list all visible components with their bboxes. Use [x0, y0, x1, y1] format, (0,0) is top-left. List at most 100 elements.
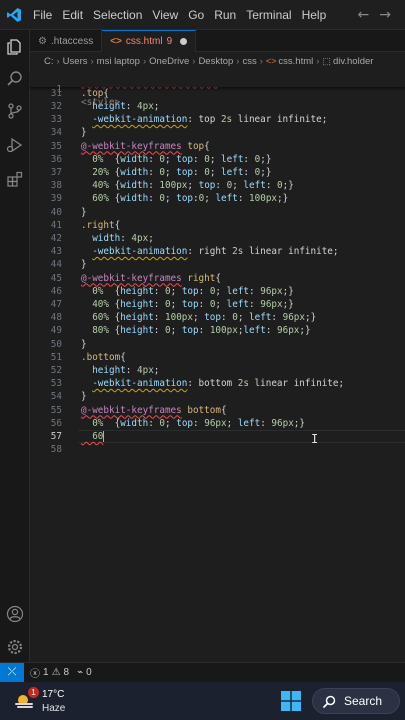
chevron-right-icon: › [259, 55, 263, 67]
code-line[interactable]: 56 0% {width: 0; top: 96px; left: 96px;} [30, 417, 405, 430]
code-line[interactable]: 38 40% {width: 100px; top: 0; left: 0;} [30, 179, 405, 192]
source-control-icon[interactable] [0, 96, 30, 126]
code-editor[interactable]: 1 <style> 45@-webkit-keyframes right{31.… [30, 70, 405, 662]
code-line[interactable]: 53 -webkit-animation: bottom 2s linear i… [30, 377, 405, 390]
line-number: 57 [50, 430, 62, 442]
menu-file[interactable]: File [28, 0, 57, 30]
code-line[interactable]: 43 -webkit-animation: right 2s linear in… [30, 245, 405, 258]
code-line[interactable]: 45 @-webkit-keyframes right{ [30, 272, 405, 285]
notification-badge: 1 [28, 687, 39, 698]
menu-view[interactable]: View [147, 0, 183, 30]
line-text: } [81, 338, 87, 350]
broadcast-icon: ⌁ [77, 667, 84, 678]
menu-help[interactable]: Help [297, 0, 332, 30]
menu-terminal[interactable]: Terminal [241, 0, 296, 30]
problems-indicator[interactable]: ⓧ 1 ⚠ 8 [24, 665, 69, 680]
code-line[interactable]: 34} [30, 126, 405, 139]
gear-icon: ⚙ [38, 35, 47, 47]
code-line[interactable]: 54} [30, 390, 405, 403]
line-number: 47 [50, 298, 62, 310]
line-text: 80% {height: 0; top: 100px;left: 96px;} [92, 325, 311, 337]
breadcrumb-item[interactable]: css [242, 56, 256, 67]
line-text: 20% {width: 0; top: 0; left: 0;} [92, 166, 272, 178]
line-number: 48 [50, 312, 62, 324]
line-number: 46 [50, 285, 62, 297]
code-line[interactable]: 37 20% {width: 0; top: 0; left: 0;} [30, 166, 405, 179]
line-number: 43 [50, 246, 62, 258]
code-line[interactable]: 58 [30, 443, 405, 456]
ports-indicator[interactable]: ⌁ 0 [69, 667, 92, 678]
line-number: 42 [50, 232, 62, 244]
line-text: 60 [81, 430, 105, 442]
line-number: 56 [50, 417, 62, 429]
problem-count-badge: 9 [166, 36, 173, 47]
weather-widget[interactable]: 1 17°C Haze [14, 686, 74, 716]
line-text: -webkit-animation: right 2s linear infin… [92, 246, 339, 258]
breadcrumb-item[interactable]: OneDrive [149, 56, 189, 67]
code-line[interactable]: 33 -webkit-animation: top 2s linear infi… [30, 113, 405, 126]
code-line[interactable]: 57 60 [30, 429, 405, 444]
explorer-icon[interactable] [0, 32, 30, 62]
extensions-icon[interactable] [0, 164, 30, 194]
back-arrow-icon[interactable]: ← [358, 7, 370, 23]
status-bar: ⤫ ⓧ 1 ⚠ 8 ⌁ 0 [0, 662, 405, 683]
breadcrumb-item[interactable]: C: [44, 56, 54, 67]
navigation-arrows: ← → [358, 0, 391, 30]
html-file-icon: <> [265, 56, 277, 66]
code-line[interactable]: 36 0% {width: 0; top: 0; left: 0;} [30, 153, 405, 166]
chevron-right-icon: › [192, 55, 196, 67]
sticky-scroll-header[interactable]: 1 <style> [30, 70, 405, 108]
windows-taskbar: 1 17°C Haze Search [0, 682, 405, 720]
taskbar-search-box[interactable]: Search [312, 688, 400, 714]
line-text: height: 4px; [92, 364, 160, 376]
code-line[interactable]: 47 40% {height: 0; top: 0; left: 96px;} [30, 298, 405, 311]
code-line[interactable]: 55 @-webkit-keyframes bottom{ [30, 404, 405, 417]
menu-selection[interactable]: Selection [88, 0, 147, 30]
breadcrumb-item[interactable]: Desktop [198, 56, 233, 67]
code-line[interactable]: 41 .right{ [30, 219, 405, 232]
weather-condition: Haze [42, 703, 66, 714]
code-line[interactable]: 48 60% {height: 100px; top: 0; left: 96p… [30, 311, 405, 324]
tab-htaccess[interactable]: ⚙ .htaccess [30, 30, 103, 52]
settings-gear-icon[interactable] [0, 632, 30, 662]
line-number: 40 [50, 206, 62, 218]
line-number: 49 [50, 325, 62, 337]
unsaved-dot-icon[interactable] [180, 38, 188, 45]
forward-arrow-icon[interactable]: → [379, 7, 391, 23]
search-label: Search [344, 694, 383, 708]
menu-bar: File Edit Selection View Go Run Terminal… [28, 0, 331, 30]
current-line-highlight [78, 429, 405, 444]
account-icon[interactable] [0, 599, 30, 629]
line-text: -webkit-animation: bottom 2s linear infi… [92, 378, 345, 390]
line-text: -webkit-animation: top 2s linear infinit… [92, 114, 328, 126]
windows-start-icon[interactable] [281, 691, 301, 711]
menu-edit[interactable]: Edit [57, 0, 88, 30]
remote-indicator-icon[interactable]: ⤫ [0, 662, 24, 683]
breadcrumb-item[interactable]: msi laptop [97, 56, 140, 67]
code-line[interactable]: 46 0% {height: 0; top: 0; left: 96px;} [30, 285, 405, 298]
code-line[interactable]: 40} [30, 206, 405, 219]
code-line[interactable]: 42 width: 4px; [30, 232, 405, 245]
code-line[interactable]: 49 80% {height: 0; top: 100px;left: 96px… [30, 324, 405, 337]
breadcrumb-item[interactable]: div.holder [333, 56, 374, 67]
menu-go[interactable]: Go [183, 0, 209, 30]
line-number: 44 [50, 259, 62, 271]
code-line[interactable]: 52 height: 4px; [30, 364, 405, 377]
code-line[interactable]: 35 @-webkit-keyframes top{ [30, 140, 405, 153]
tab-css-html[interactable]: <> css.html 9 [102, 30, 197, 52]
html-file-icon: <> [110, 36, 122, 47]
line-text: .right{ [81, 219, 121, 231]
code-line[interactable]: 51 .bottom{ [30, 351, 405, 364]
code-line: 1 <style> [30, 70, 405, 108]
run-debug-icon[interactable] [0, 130, 30, 160]
code-line[interactable]: 39 60% {width: 0; top:0; left: 100px;} [30, 192, 405, 205]
menu-run[interactable]: Run [209, 0, 241, 30]
breadcrumb-item[interactable]: Users [63, 56, 88, 67]
search-icon[interactable] [0, 64, 30, 94]
code-line[interactable]: 50} [30, 338, 405, 351]
breadcrumb-item[interactable]: css.html [278, 56, 313, 67]
activity-bar [0, 30, 30, 662]
warning-icon: ⚠ [51, 667, 61, 678]
code-line[interactable]: 44} [30, 258, 405, 271]
title-bar: File Edit Selection View Go Run Terminal… [0, 0, 405, 30]
